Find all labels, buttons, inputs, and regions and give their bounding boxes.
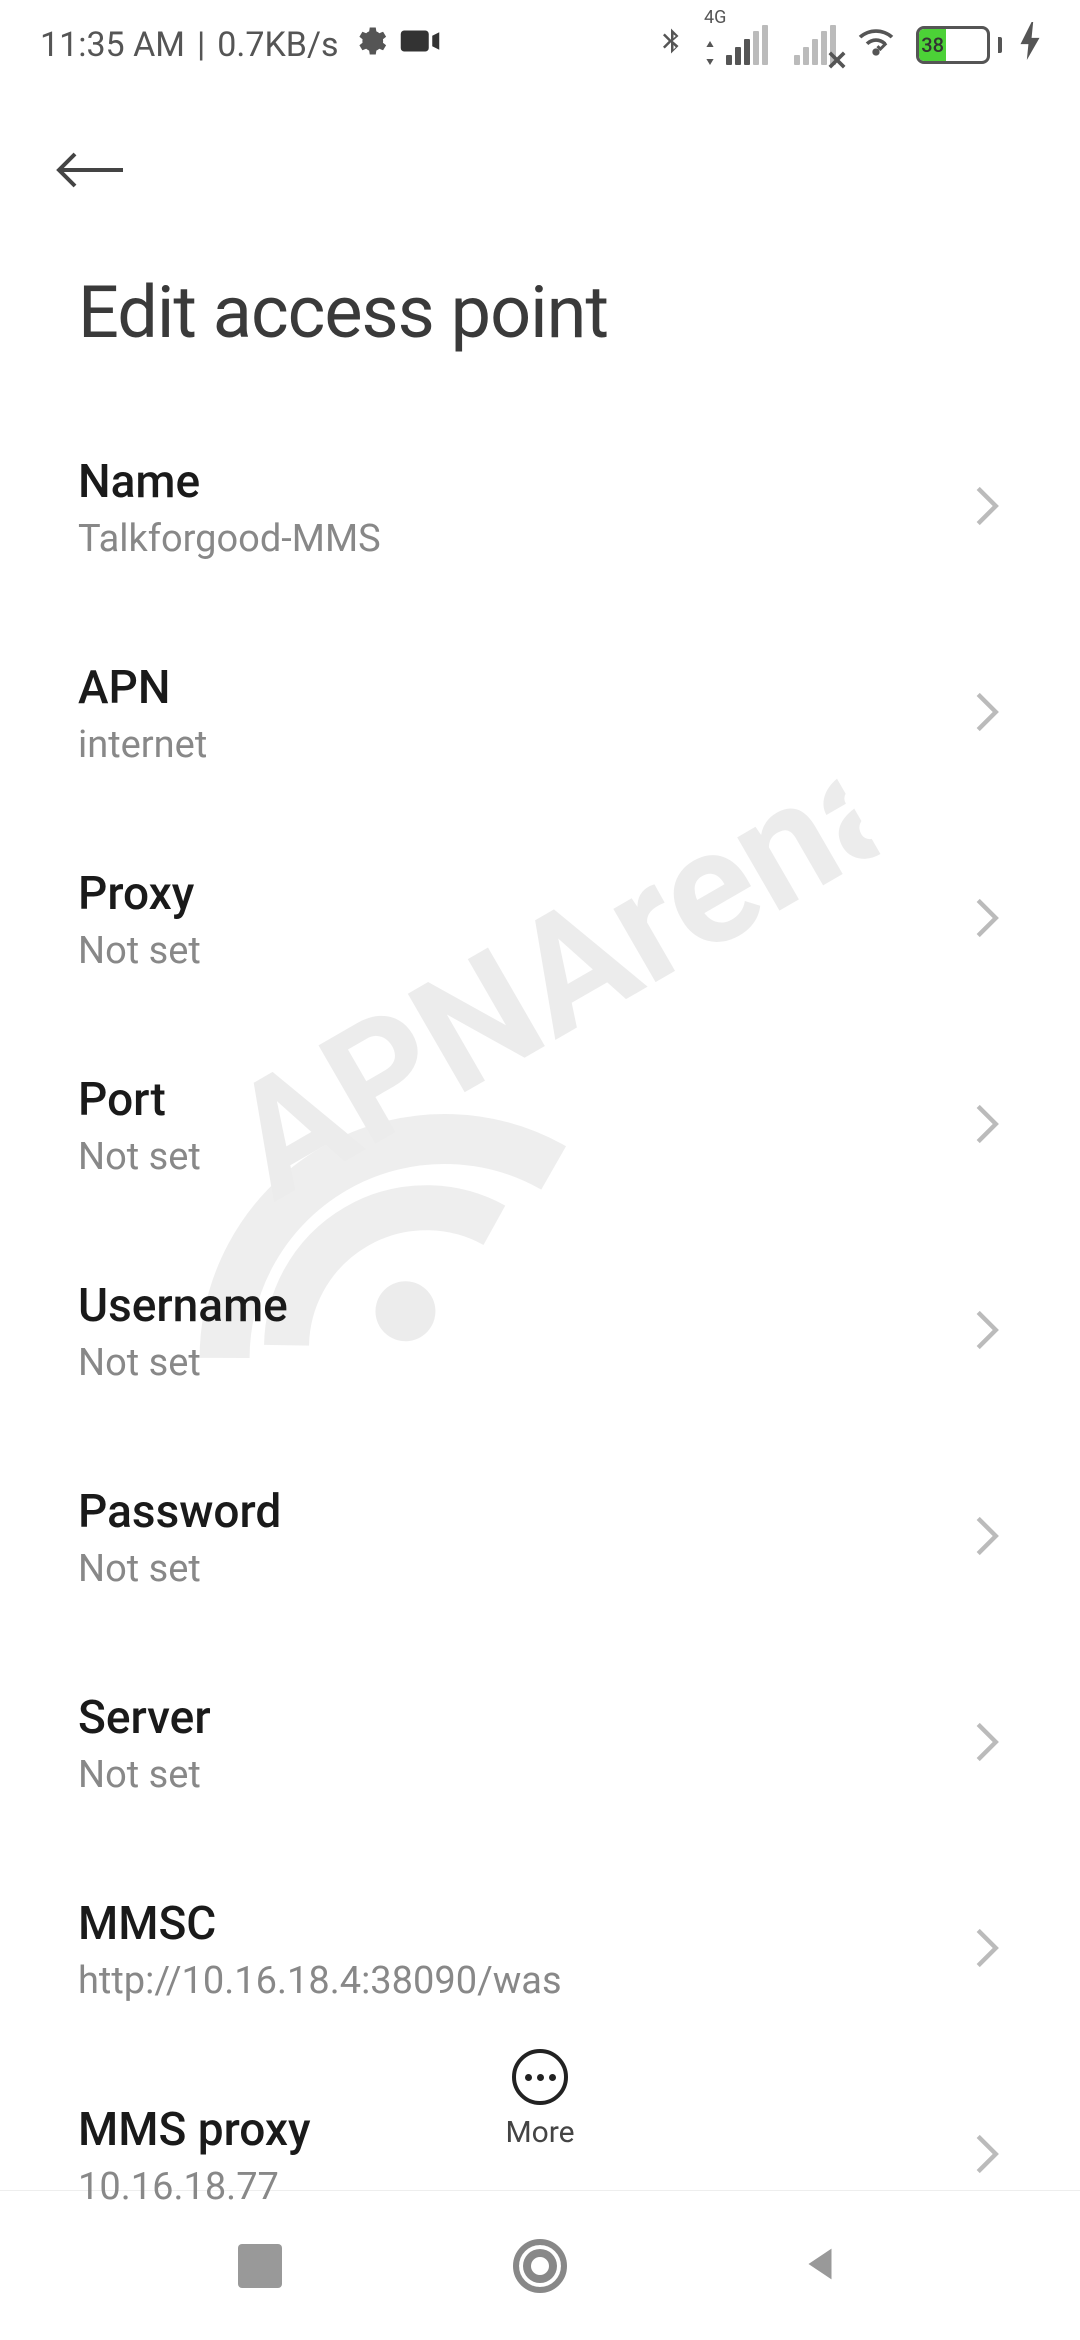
item-label: Name	[78, 455, 381, 509]
item-value: http://10.16.18.4:38090/was	[78, 1959, 562, 2003]
page-title: Edit access point	[0, 230, 1080, 405]
item-value: Not set	[78, 1753, 211, 1797]
apn-field-mmsc[interactable]: MMSC http://10.16.18.4:38090/was	[78, 1847, 1002, 2053]
item-value: Not set	[78, 1547, 281, 1591]
item-label: MMS proxy	[78, 2103, 311, 2157]
chevron-right-icon	[972, 1514, 1002, 1562]
apn-field-server[interactable]: Server Not set	[78, 1641, 1002, 1847]
signal-sim2	[786, 25, 836, 65]
item-value: Not set	[78, 1135, 201, 1179]
camera-icon	[399, 20, 441, 71]
item-value: 10.16.18.77	[78, 2165, 311, 2209]
item-value: Not set	[78, 1341, 288, 1385]
chevron-right-icon	[972, 484, 1002, 532]
status-time: 11:35 AM	[40, 25, 185, 65]
chevron-right-icon	[972, 690, 1002, 738]
item-label: Proxy	[78, 867, 201, 921]
back-button[interactable]	[50, 130, 130, 210]
gear-icon	[351, 23, 387, 68]
status-bar: 11:35 AM | 0.7KB/s 4G	[0, 0, 1080, 90]
apn-field-username[interactable]: Username Not set	[78, 1229, 1002, 1435]
apn-field-name[interactable]: Name Talkforgood-MMS	[78, 405, 1002, 611]
chevron-right-icon	[972, 1926, 1002, 1974]
item-label: APN	[78, 661, 207, 715]
bluetooth-icon	[656, 21, 686, 70]
chevron-right-icon	[972, 896, 1002, 944]
charging-icon	[1020, 22, 1040, 69]
status-speed: 0.7KB/s	[217, 25, 338, 65]
battery-indicator: 38	[916, 26, 1002, 64]
chevron-right-icon	[972, 1720, 1002, 1768]
apn-field-mms-proxy[interactable]: MMS proxy 10.16.18.77	[78, 2053, 1002, 2259]
signal-sim1: 4G	[704, 25, 768, 65]
item-label: Username	[78, 1279, 288, 1333]
apn-field-password[interactable]: Password Not set	[78, 1435, 1002, 1641]
apn-field-apn[interactable]: APN internet	[78, 611, 1002, 817]
item-label: MMSC	[78, 1897, 562, 1951]
apn-field-proxy[interactable]: Proxy Not set	[78, 817, 1002, 1023]
item-label: Password	[78, 1485, 281, 1539]
item-value: Talkforgood-MMS	[78, 517, 381, 561]
item-value: internet	[78, 723, 207, 767]
wifi-icon	[854, 19, 898, 72]
item-label: Server	[78, 1691, 211, 1745]
chevron-right-icon	[972, 2132, 1002, 2180]
item-label: Port	[78, 1073, 201, 1127]
apn-field-port[interactable]: Port Not set	[78, 1023, 1002, 1229]
item-value: Not set	[78, 929, 201, 973]
chevron-right-icon	[972, 1102, 1002, 1150]
chevron-right-icon	[972, 1308, 1002, 1356]
